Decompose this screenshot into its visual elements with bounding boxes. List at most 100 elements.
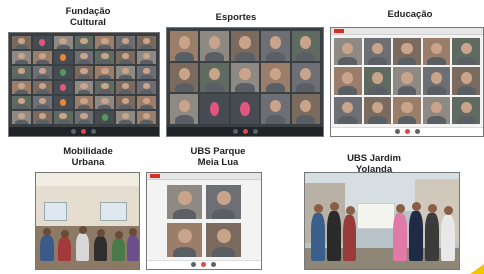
- attendee-head: [79, 226, 87, 234]
- participant-tile: [422, 67, 451, 95]
- participant-tile: [53, 66, 73, 79]
- participant-tile: [116, 81, 136, 94]
- participant-tile: [200, 31, 229, 61]
- participant-tile: [261, 94, 290, 124]
- participant-tile: [334, 67, 362, 95]
- attendee-head: [129, 228, 137, 236]
- caption-educacao: Educação: [380, 9, 440, 20]
- attendee-head: [61, 230, 69, 238]
- person-head: [346, 206, 355, 215]
- participant-tile: [200, 62, 229, 93]
- person-head: [314, 204, 323, 213]
- participant-tile: [167, 185, 202, 219]
- attendee: [40, 235, 54, 261]
- participant-tile: [74, 36, 94, 49]
- decorative-corner: [470, 264, 484, 274]
- attendee: [112, 238, 125, 261]
- participant-tile: [32, 81, 52, 94]
- participant-tile: [170, 62, 199, 93]
- participant-tile: [95, 81, 115, 94]
- participant-tile: [95, 51, 115, 64]
- participant-tile: [32, 111, 52, 124]
- photo-mobilidade-urbana-meeting-room: [35, 172, 140, 270]
- participant-tile: [393, 67, 421, 95]
- participant-tile: [53, 81, 73, 94]
- participant-tile: [291, 94, 320, 124]
- participant-tile: [32, 96, 52, 109]
- camera-icon: [211, 262, 216, 267]
- end-call-icon: [243, 129, 248, 134]
- caption-line: Meia Lua: [197, 157, 239, 168]
- participant-tile: [363, 96, 392, 124]
- room-ceiling: [36, 173, 139, 187]
- person-head: [412, 202, 421, 211]
- participant-tile: [334, 38, 362, 66]
- participant-tile: [12, 111, 31, 124]
- participant-tile: [137, 36, 156, 49]
- end-call-icon: [405, 129, 410, 134]
- participant-tile: [53, 51, 73, 64]
- end-call-icon: [201, 262, 206, 267]
- participant-tile: [230, 94, 260, 124]
- participant-tile: [452, 67, 480, 95]
- attendee: [58, 237, 71, 261]
- call-controls-bar: [147, 260, 261, 269]
- participant-tile: [95, 66, 115, 79]
- caption-line: UBS Parque: [190, 146, 246, 157]
- participant-tile: [200, 94, 229, 124]
- person: [425, 213, 439, 261]
- mic-icon: [233, 129, 238, 134]
- participant-tile: [95, 36, 115, 49]
- photo-ubs-parque-meia-lua-video-call: [146, 172, 262, 270]
- participant-tile: [53, 36, 73, 49]
- participant-tile: [137, 51, 156, 64]
- photo-ubs-jardim-yolanda-group: [304, 172, 460, 270]
- end-call-icon: [81, 129, 86, 134]
- projection-screen: [99, 201, 127, 221]
- mic-icon: [191, 262, 196, 267]
- person-head: [444, 206, 453, 215]
- caption-fundacao-cultural: Fundação Cultural: [58, 6, 118, 28]
- caption-mobilidade-urbana: Mobilidade Urbana: [57, 146, 119, 168]
- participant-tile: [74, 66, 94, 79]
- photo-esportes-video-call: [166, 27, 324, 137]
- participant-tile: [334, 96, 362, 124]
- participant-tile: [363, 67, 392, 95]
- participant-tile: [291, 31, 320, 61]
- participant-tile: [116, 96, 136, 109]
- participant-tile: [137, 81, 156, 94]
- person-head: [330, 202, 339, 211]
- participant-tile: [167, 223, 202, 257]
- participant-tile: [261, 31, 290, 61]
- tab-indicator: [334, 29, 344, 33]
- tab-indicator: [150, 174, 160, 178]
- person: [409, 211, 423, 261]
- participant-tile: [12, 36, 31, 49]
- participant-tile: [422, 38, 451, 66]
- participant-tile: [137, 66, 156, 79]
- participant-tile: [137, 111, 156, 124]
- photo-fundacao-cultural-video-call: [8, 32, 160, 137]
- participant-tile: [170, 94, 199, 124]
- person: [343, 215, 356, 261]
- participant-tile: [53, 96, 73, 109]
- caption-line: Cultural: [70, 17, 106, 28]
- participant-tile: [32, 36, 52, 49]
- person: [393, 213, 407, 261]
- participant-tile: [230, 62, 260, 93]
- call-controls-bar: [167, 127, 323, 136]
- attendee: [127, 235, 139, 261]
- call-controls-bar: [331, 127, 483, 136]
- participant-tile: [74, 51, 94, 64]
- participant-tile: [206, 223, 241, 257]
- caption-line: Fundação: [65, 6, 111, 17]
- person: [327, 211, 341, 261]
- attendee: [76, 233, 89, 261]
- caption-line: Educação: [387, 9, 433, 20]
- participant-tile: [452, 38, 480, 66]
- caption-line: Urbana: [71, 157, 105, 168]
- video-grid: [12, 36, 156, 124]
- caption-line: UBS Jardim: [347, 153, 401, 164]
- camera-icon: [91, 129, 96, 134]
- participant-tile: [291, 62, 320, 93]
